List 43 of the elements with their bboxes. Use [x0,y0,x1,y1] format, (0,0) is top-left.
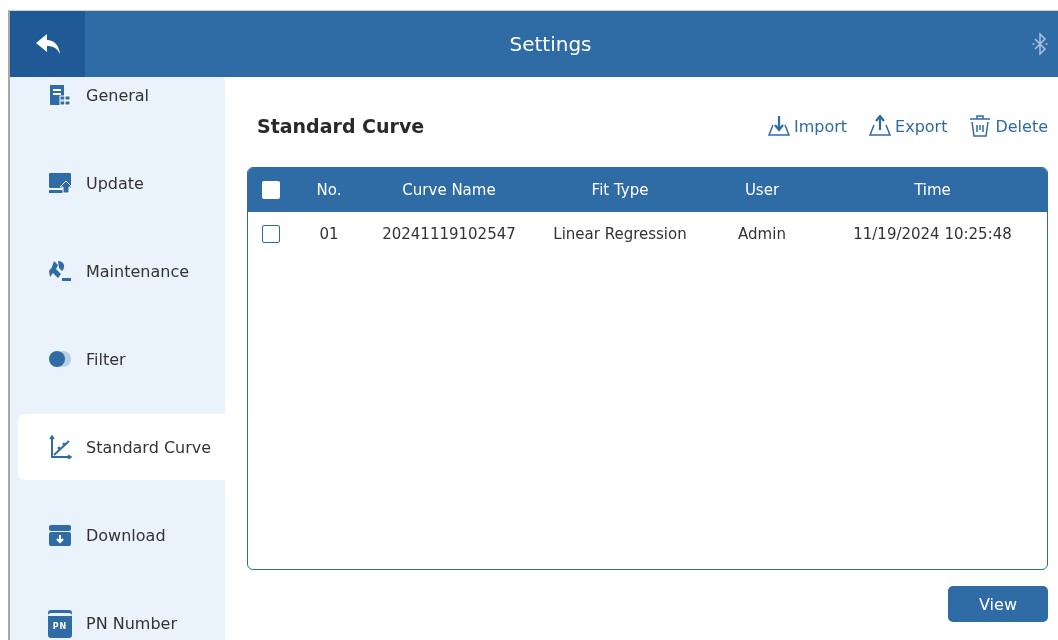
column-header: Fit Type [590,181,650,199]
sidebar-item[interactable]: Update [18,139,225,227]
sidebar-item[interactable]: PN PN Number [18,579,225,640]
chart-line-icon [48,435,72,459]
document-grid-icon [48,83,72,107]
sidebar-label: Standard Curve [86,437,212,457]
window-title: Settings [508,32,593,56]
sidebar-item[interactable]: Standard Curve [18,414,225,480]
view-button[interactable]: View [948,586,1048,622]
monitor-upload-icon [48,171,72,195]
toolbar-button[interactable]: Delete [969,115,1048,137]
back-button[interactable] [10,11,85,77]
sidebar-label: Filter [86,349,126,369]
checkbox[interactable] [262,181,280,199]
sidebar-label: Update [86,173,144,193]
trash-icon [969,115,992,137]
checkbox[interactable] [262,225,280,243]
sidebar-item[interactable]: Filter [18,315,225,403]
table-cell-text: 01 [318,225,340,243]
table-cell-text: 20241119102547 [381,225,517,243]
bluetooth-icon [1032,32,1048,56]
sidebar-label: Maintenance [86,261,190,281]
column-header: Curve Name [401,181,497,199]
table-cell-text: 11/19/2024 10:25:48 [852,225,1013,243]
sidebar-item[interactable]: Download [18,491,225,579]
page-title: Standard Curve [256,115,425,137]
sidebar-label: General [86,85,150,105]
table-cell-text: Admin [737,225,787,243]
column-header: User [743,181,781,199]
sidebar-item[interactable]: Maintenance [18,227,225,315]
export-icon [869,115,892,137]
toolbar-button[interactable]: Export [869,115,948,137]
tag-box-icon: PN [48,612,72,638]
table-cell-text: Linear Regression [552,225,688,243]
toolbar-button[interactable]: Import [767,115,848,137]
back-arrow-icon [34,33,61,55]
sidebar-label: Download [86,525,166,545]
sidebar-item[interactable]: General [18,77,225,139]
sidebar-label: PN Number [86,613,177,633]
column-header: Time [913,181,952,199]
import-icon [767,115,790,137]
box-download-icon [48,523,72,547]
column-header: No. [315,181,343,199]
